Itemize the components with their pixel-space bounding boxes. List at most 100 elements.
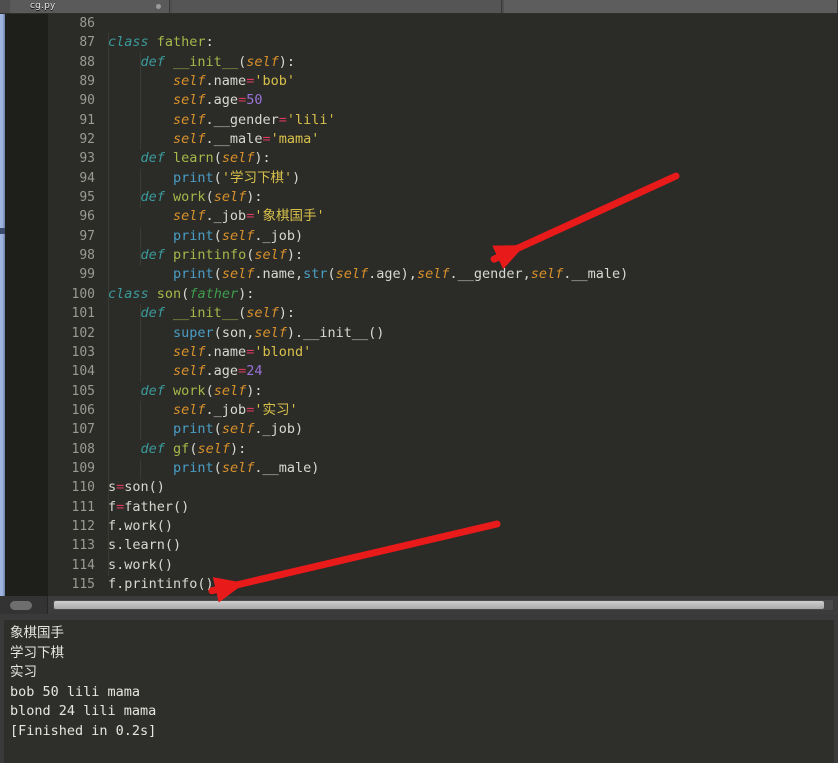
- code-line[interactable]: 110 s=son(): [48, 478, 838, 497]
- code-editor[interactable]: 8687class father:88 def __init__(self):8…: [48, 14, 838, 596]
- code-token: father: [189, 286, 238, 302]
- code-line[interactable]: 104 self.age=24: [48, 362, 838, 381]
- line-number: 105: [48, 382, 95, 401]
- code-line[interactable]: 106 self._job='实习': [48, 401, 838, 420]
- line-number: 99: [48, 265, 95, 284]
- code-token: printinfo: [173, 247, 246, 263]
- code-line-text: self.__male='mama': [108, 130, 319, 149]
- code-line[interactable]: 94 print('学习下棋'): [48, 169, 838, 188]
- code-line[interactable]: 99 print(self.name,str(self.age),self.__…: [48, 265, 838, 284]
- code-token: self: [222, 460, 255, 476]
- line-number: 92: [48, 130, 95, 149]
- scrollbar-corner: [0, 596, 48, 614]
- code-token: def: [141, 247, 165, 263]
- code-line-text: self.__gender='lili': [108, 111, 336, 130]
- code-line[interactable]: 101 def __init__(self):: [48, 304, 838, 323]
- code-token: [108, 325, 173, 341]
- sidebar-scrollbar[interactable]: [0, 14, 5, 610]
- line-number: 110: [48, 478, 95, 497]
- code-token: [108, 150, 141, 166]
- code-token: [149, 286, 157, 302]
- code-token: print: [173, 228, 214, 244]
- sidebar-resize-handle[interactable]: [10, 601, 32, 610]
- code-line[interactable]: 87class father:: [48, 33, 838, 52]
- code-token: 'mama': [271, 131, 320, 147]
- code-line-text: class son(father):: [108, 285, 254, 304]
- code-line[interactable]: 89 self.name='bob': [48, 72, 838, 91]
- line-number: 115: [48, 575, 95, 594]
- code-token: def: [141, 441, 165, 457]
- tab-label-cg-py[interactable]: cg.py: [30, 1, 56, 11]
- code-line-text: s.work(): [108, 556, 173, 575]
- code-line[interactable]: 91 self.__gender='lili': [48, 111, 838, 130]
- line-number: 111: [48, 498, 95, 517]
- code-line-text: self._job='象棋国手': [108, 207, 325, 226]
- line-number: 98: [48, 246, 95, 265]
- code-line[interactable]: 113s.learn(): [48, 536, 838, 555]
- line-number: 102: [48, 324, 95, 343]
- code-line-text: def __init__(self):: [108, 53, 295, 72]
- code-line[interactable]: 105 def work(self):: [48, 382, 838, 401]
- line-number: 94: [48, 169, 95, 188]
- code-token: .__male: [254, 460, 311, 476]
- code-line[interactable]: 103 self.name='blond': [48, 343, 838, 362]
- code-token: class: [108, 286, 149, 302]
- code-token: ).__init__(): [287, 325, 385, 341]
- code-token: father(): [124, 499, 189, 515]
- code-line[interactable]: 98 def printinfo(self):: [48, 246, 838, 265]
- code-token: [108, 344, 173, 360]
- code-line[interactable]: 109 print(self.__male): [48, 459, 838, 478]
- code-token: 24: [246, 363, 262, 379]
- code-line-text: print(self._job): [108, 227, 303, 246]
- code-lines[interactable]: 8687class father:88 def __init__(self):8…: [48, 14, 838, 596]
- code-token: (: [214, 170, 222, 186]
- output-panel: 象棋国手学习下棋实习bob 50 lili mamablond 24 lili …: [0, 614, 838, 763]
- code-line[interactable]: 115 f.printinfo(): [48, 575, 838, 594]
- editor-window: cg.py 8687class father:88 def __init__(s…: [0, 0, 838, 763]
- code-token: self: [254, 325, 287, 341]
- code-line[interactable]: 86: [48, 14, 838, 33]
- code-line[interactable]: 97 print(self._job): [48, 227, 838, 246]
- code-token: [108, 460, 173, 476]
- code-token: self: [173, 344, 206, 360]
- code-line[interactable]: 93 def learn(self):: [48, 149, 838, 168]
- tab-slot-2[interactable]: [172, 0, 502, 14]
- line-number: 114: [48, 556, 95, 575]
- code-token: print: [173, 170, 214, 186]
- code-token: (: [214, 325, 222, 341]
- code-token: (: [328, 266, 336, 282]
- code-line[interactable]: 100class son(father):: [48, 285, 838, 304]
- tab-slot-3[interactable]: [504, 0, 838, 14]
- code-token: [108, 441, 141, 457]
- code-line[interactable]: 90 self.age=50: [48, 91, 838, 110]
- code-line[interactable]: 114 s.work(): [48, 556, 838, 575]
- code-line[interactable]: 107 print(self._job): [48, 420, 838, 439]
- code-line-text: s=son(): [108, 478, 165, 497]
- code-token: def: [141, 305, 165, 321]
- code-token: f.printinfo(): [108, 576, 214, 592]
- code-token: def: [141, 150, 165, 166]
- horizontal-scrollbar-track[interactable]: [52, 599, 834, 611]
- code-token: =: [238, 92, 246, 108]
- code-token: [108, 189, 141, 205]
- code-token: 'lili': [287, 112, 336, 128]
- code-line[interactable]: 96 self._job='象棋国手': [48, 207, 838, 226]
- line-number: 103: [48, 343, 95, 362]
- code-line[interactable]: 102 super(son,self).__init__(): [48, 324, 838, 343]
- code-line[interactable]: 108 def gf(self):: [48, 440, 838, 459]
- tab-close-dot-icon[interactable]: [156, 4, 161, 9]
- code-line[interactable]: 111f=father(): [48, 498, 838, 517]
- code-token: def: [141, 383, 165, 399]
- code-token: 'blond': [254, 344, 311, 360]
- code-token: (: [206, 189, 214, 205]
- code-token: [108, 131, 173, 147]
- horizontal-scrollbar-thumb[interactable]: [54, 601, 824, 609]
- code-line[interactable]: 112f.work(): [48, 517, 838, 536]
- code-line[interactable]: 95 def work(self):: [48, 188, 838, 207]
- line-number: 101: [48, 304, 95, 323]
- code-token: =: [238, 363, 246, 379]
- code-line[interactable]: 88 def __init__(self):: [48, 53, 838, 72]
- output-text-area[interactable]: 象棋国手学习下棋实习bob 50 lili mamablond 24 lili …: [4, 620, 834, 763]
- code-line[interactable]: 92 self.__male='mama': [48, 130, 838, 149]
- code-token: self: [336, 266, 369, 282]
